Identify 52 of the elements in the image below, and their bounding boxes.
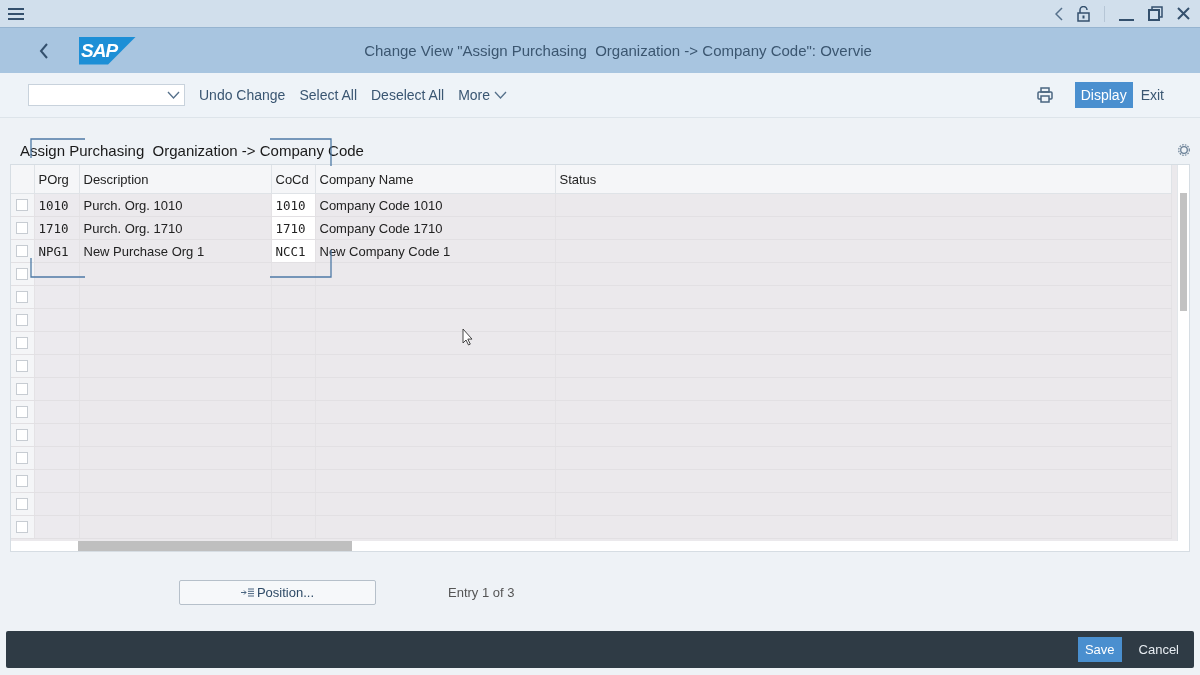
chevron-down-icon: [167, 91, 180, 99]
row-checkbox[interactable]: [16, 291, 28, 303]
row-checkbox[interactable]: [16, 245, 28, 257]
arrow-to-list-icon: [240, 587, 254, 597]
column-header[interactable]: Status: [555, 165, 1171, 194]
row-checkbox[interactable]: [16, 337, 28, 349]
row-checkbox[interactable]: [16, 521, 28, 533]
back-icon[interactable]: [1055, 6, 1063, 21]
column-header[interactable]: Description: [79, 165, 271, 194]
table-cell: Company Code 1710: [315, 216, 555, 240]
column-header[interactable]: POrg: [34, 165, 79, 194]
row-checkbox[interactable]: [16, 360, 28, 372]
row-checkbox[interactable]: [16, 452, 28, 464]
horizontal-scrollbar-thumb[interactable]: [78, 541, 352, 551]
window-title: Change View "Assign Purchasing Organization -> Company Code": Overvie: [363, 42, 873, 59]
column-header[interactable]: Company Name: [315, 165, 555, 194]
row-checkbox[interactable]: [16, 314, 28, 326]
unlocked-padlock-icon[interactable]: [1077, 5, 1090, 22]
row-checkbox[interactable]: [16, 199, 28, 211]
more-menu-button[interactable]: More: [452, 83, 514, 107]
toolbar-button[interactable]: Exit: [1134, 83, 1170, 107]
table-cell: Company Code 1010: [315, 193, 555, 217]
back-chevron-icon[interactable]: [39, 42, 49, 59]
printer-icon[interactable]: [1036, 87, 1053, 103]
toolbar-button[interactable]: Undo Change: [193, 83, 292, 107]
table-cell: New Company Code 1: [315, 239, 555, 263]
mouse-pointer-icon: [462, 328, 473, 346]
row-checkbox[interactable]: [16, 406, 28, 418]
logo: SAP: [79, 36, 136, 65]
dropdown-field[interactable]: [28, 84, 185, 106]
position-button[interactable]: Position...: [179, 579, 376, 605]
settings-icon[interactable]: [1178, 144, 1190, 156]
row-checkbox[interactable]: [16, 429, 28, 441]
close-icon[interactable]: [1177, 7, 1190, 20]
column-header[interactable]: CoCd: [271, 165, 315, 194]
entry-count: Entry 1 of 3: [448, 584, 515, 600]
row-checkbox[interactable]: [16, 268, 28, 280]
vertical-scrollbar-thumb[interactable]: [1180, 193, 1187, 311]
toolbar-button[interactable]: Deselect All: [365, 83, 451, 107]
table-cell: Purch. Org. 1710: [79, 216, 271, 240]
section-title: Assign Purchasing Organization -> Company Code: [20, 141, 364, 159]
restore-window-icon[interactable]: [1148, 6, 1163, 21]
footer-button[interactable]: Cancel: [1131, 637, 1186, 662]
table-cell: New Purchase Org 1: [79, 239, 271, 263]
row-checkbox[interactable]: [16, 222, 28, 234]
row-checkbox[interactable]: [16, 383, 28, 395]
toolbar-button[interactable]: Select All: [293, 83, 363, 107]
chevron-down-icon: [494, 91, 508, 99]
table-cell: Purch. Org. 1010: [79, 193, 271, 217]
row-checkbox[interactable]: [16, 475, 28, 487]
row-checkbox[interactable]: [16, 498, 28, 510]
menu-icon[interactable]: [8, 6, 24, 21]
